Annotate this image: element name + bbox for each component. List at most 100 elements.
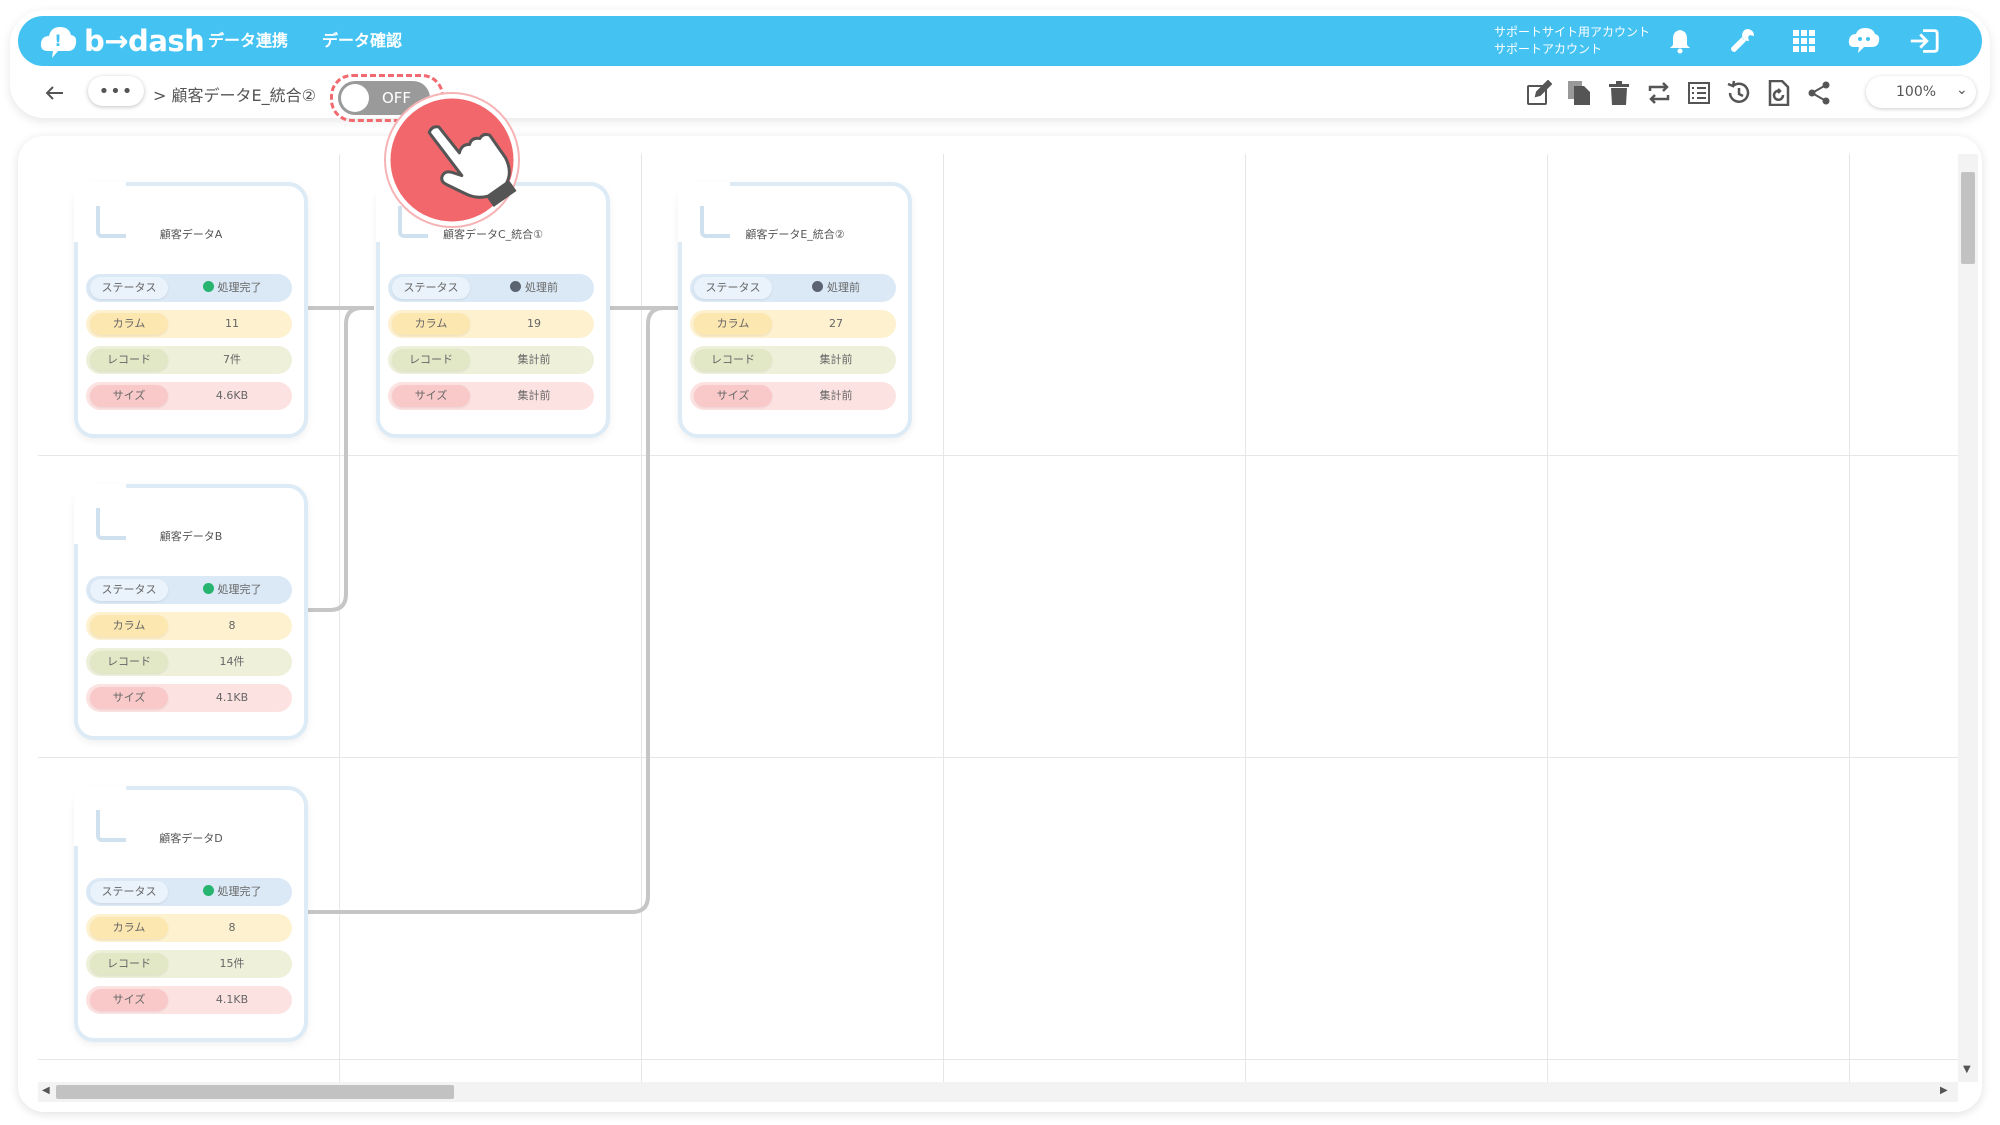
logo-cloud-icon: ! — [40, 27, 77, 58]
grid-icon[interactable] — [1788, 25, 1820, 57]
record-value: 7件 — [223, 353, 241, 366]
node-card[interactable]: 顧客データB ステータス 処理完了 カラム 8 レコード 14件 サイズ 4.1KB — [74, 484, 308, 740]
status-value: 処理前 — [780, 277, 892, 299]
status-label: ステータス — [694, 277, 772, 299]
status-row: ステータス 処理前 — [690, 274, 896, 302]
size-value: 集計前 — [819, 389, 853, 402]
column-row: カラム 11 — [86, 310, 292, 338]
record-value: 14件 — [219, 655, 245, 668]
play-icon — [202, 281, 214, 292]
chevron-down-icon: ⌄ — [1956, 82, 1968, 98]
record-value: 15件 — [219, 957, 245, 970]
vertical-scrollbar[interactable]: ▼ — [1958, 154, 1978, 1082]
record-row: レコード 集計前 — [690, 346, 896, 374]
node-title: 顧客データB — [159, 530, 223, 543]
copy-icon[interactable] — [1564, 78, 1594, 108]
record-value: 集計前 — [517, 353, 551, 366]
zoom-value: 100% — [1896, 84, 1937, 100]
status-row: ステータス 処理完了 — [86, 878, 292, 906]
account-line-2: サポートアカウント — [1494, 42, 1603, 56]
wrench-icon[interactable] — [1726, 25, 1758, 57]
account-line-1: サポートサイト用アカウント — [1494, 25, 1651, 39]
status-label: ステータス — [90, 277, 168, 299]
column-row: カラム 19 — [388, 310, 594, 338]
list-icon[interactable] — [1684, 78, 1714, 108]
record-label: レコード — [392, 349, 470, 371]
bdash-logo[interactable]: ! b→dash — [38, 21, 205, 61]
node-title: 顧客データE_統合② — [745, 228, 845, 241]
column-label: カラム — [90, 313, 168, 335]
history-icon[interactable] — [1724, 78, 1754, 108]
column-value: 11 — [225, 317, 239, 330]
breadcrumb-current: > 顧客データE_統合② — [153, 86, 316, 105]
record-label: レコード — [90, 953, 168, 975]
size-row: サイズ 集計前 — [388, 382, 594, 410]
size-row: サイズ 4.1KB — [86, 986, 292, 1014]
record-row: レコード 14件 — [86, 648, 292, 676]
size-value: 4.6KB — [215, 389, 249, 402]
horizontal-scroll-thumb[interactable] — [56, 1085, 454, 1099]
size-label: サイズ — [392, 385, 470, 407]
status-text: 処理完了 — [217, 583, 262, 596]
size-row: サイズ 集計前 — [690, 382, 896, 410]
global-navbar: ! b→dash データ連携 データ確認 サポートサイト用アカウント サポートア… — [18, 16, 1982, 66]
size-label: サイズ — [90, 989, 168, 1011]
chat-icon[interactable] — [1848, 25, 1880, 57]
pointer-hand-icon — [384, 92, 520, 228]
status-value: 処理前 — [478, 277, 590, 299]
breadcrumb-more-button[interactable]: ••• — [88, 76, 144, 106]
record-value: 集計前 — [819, 353, 853, 366]
account-info[interactable]: サポートサイト用アカウント サポートアカウント — [1494, 24, 1650, 58]
status-text: 処理完了 — [217, 281, 262, 294]
transfer-icon[interactable] — [1644, 78, 1674, 108]
node-title: 顧客データC_統合① — [442, 228, 544, 241]
scroll-left-arrow-icon[interactable]: ◀ — [42, 1085, 50, 1096]
column-value: 19 — [527, 317, 541, 330]
node-card[interactable]: 顧客データD ステータス 処理完了 カラム 8 レコード 15件 サイズ 4.1KB — [74, 786, 308, 1042]
size-label: サイズ — [90, 687, 168, 709]
status-text: 処理前 — [525, 281, 558, 294]
trash-icon[interactable] — [1604, 78, 1634, 108]
scroll-right-arrow-icon[interactable]: ▶ — [1940, 1085, 1948, 1096]
nav-data-integration[interactable]: データ連携 — [208, 16, 288, 66]
zoom-select[interactable]: 100% ⌄ — [1866, 76, 1976, 108]
node-card[interactable]: 顧客データE_統合② ステータス 処理前 カラム 27 レコード 集計前 サイズ 集計前 — [678, 182, 912, 438]
refresh-file-icon[interactable] — [1764, 78, 1794, 108]
record-label: レコード — [90, 349, 168, 371]
size-row: サイズ 4.1KB — [86, 684, 292, 712]
nav-data-check[interactable]: データ確認 — [322, 16, 402, 66]
column-label: カラム — [694, 313, 772, 335]
size-value: 4.1KB — [215, 993, 249, 1006]
share-icon[interactable] — [1804, 78, 1834, 108]
logout-icon[interactable] — [1908, 25, 1940, 57]
bell-icon[interactable] — [1664, 25, 1696, 57]
record-label: レコード — [90, 651, 168, 673]
size-row: サイズ 4.6KB — [86, 382, 292, 410]
column-row: カラム 27 — [690, 310, 896, 338]
column-value: 8 — [228, 619, 236, 632]
vertical-scroll-thumb[interactable] — [1961, 172, 1975, 264]
status-row: ステータス 処理完了 — [86, 274, 292, 302]
horizontal-scrollbar[interactable]: ◀ ▶ — [38, 1082, 1958, 1102]
flow-canvas-grid[interactable] — [38, 154, 1960, 1082]
back-arrow-icon[interactable] — [40, 78, 70, 108]
column-value: 8 — [228, 921, 236, 934]
status-label: ステータス — [90, 579, 168, 601]
column-row: カラム 8 — [86, 612, 292, 640]
status-value: 処理完了 — [176, 277, 288, 299]
node-card[interactable]: 顧客データA ステータス 処理完了 カラム 11 レコード 7件 サイズ 4.6KB — [74, 182, 308, 438]
edit-icon[interactable] — [1524, 78, 1554, 108]
svg-text:!: ! — [54, 31, 61, 50]
editor-toolbar: ••• > 顧客データE_統合② OFF 100% ⌄ — [18, 72, 1982, 122]
column-value: 27 — [829, 317, 843, 330]
node-title: 顧客データA — [159, 228, 223, 241]
status-row: ステータス 処理完了 — [86, 576, 292, 604]
play-icon — [202, 885, 214, 896]
status-value: 処理完了 — [176, 579, 288, 601]
node-title: 顧客データD — [159, 832, 223, 845]
column-label: カラム — [90, 917, 168, 939]
record-row: レコード 7件 — [86, 346, 292, 374]
scroll-down-arrow-icon[interactable]: ▼ — [1963, 1064, 1971, 1075]
play-icon — [202, 583, 214, 594]
toggle-knob — [341, 84, 369, 112]
